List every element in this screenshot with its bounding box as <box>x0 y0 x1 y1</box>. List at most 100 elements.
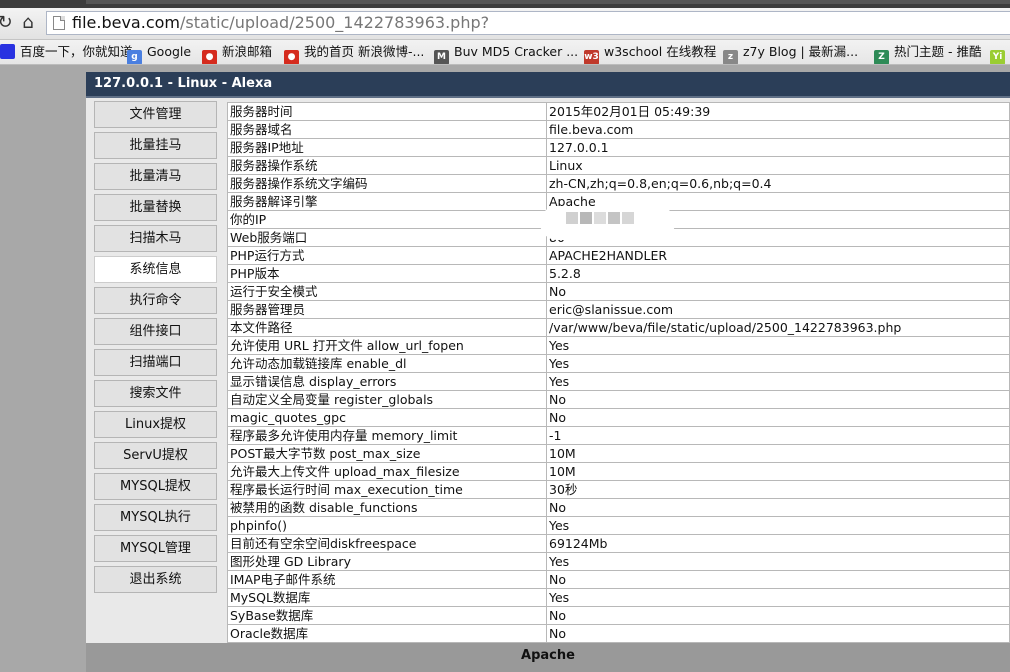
info-key: phpinfo() <box>227 516 547 535</box>
info-value: 2015年02月01日 05:49:39 <box>546 102 1010 121</box>
address-bar[interactable]: file.beva.com/static/upload/2500_1422783… <box>46 11 1010 35</box>
sidebar-button[interactable]: 执行命令 <box>94 287 217 314</box>
info-key: 程序最长运行时间 max_execution_time <box>227 480 547 499</box>
table-row: MySQL数据库 Yes <box>227 588 1010 607</box>
yii-icon: Yi <box>990 50 1005 64</box>
info-key: 程序最多允许使用内存量 memory_limit <box>227 426 547 445</box>
sidebar-button[interactable]: 扫描端口 <box>94 349 217 376</box>
table-row: phpinfo() Yes <box>227 516 1010 535</box>
table-row: PHP版本 5.2.8 <box>227 264 1010 283</box>
info-value: eric@slanissue.com <box>546 300 1010 319</box>
bookmark-label: 新浪邮箱 <box>222 44 273 59</box>
md5-icon: M <box>434 50 449 64</box>
sidebar-button[interactable]: MYSQL执行 <box>94 504 217 531</box>
reload-icon[interactable]: ↻ <box>0 12 16 34</box>
info-key: Web服务端口 <box>227 228 547 247</box>
url-path: /static/upload/2500_1422783963.php? <box>179 13 490 32</box>
bookmark-item[interactable]: 百度一下，你就知道 <box>0 40 133 64</box>
table-row: 服务器IP地址 127.0.0.1 <box>227 138 1010 157</box>
table-row: Oracle数据库 No <box>227 624 1010 643</box>
info-key: 运行于安全模式 <box>227 282 547 301</box>
info-value: file.beva.com <box>546 120 1010 139</box>
info-value: Yes <box>546 336 1010 355</box>
info-key: 你的IP <box>227 210 547 229</box>
table-row: 你的IP <box>227 210 1010 229</box>
sidebar-button[interactable]: 批量清马 <box>94 163 217 190</box>
table-row: 显示错误信息 display_errors Yes <box>227 372 1010 391</box>
info-value: Yes <box>546 516 1010 535</box>
bookmark-label: Google <box>147 44 192 59</box>
bookmark-item[interactable]: Yi <box>990 40 1010 64</box>
info-value: APACHE2HANDLER <box>546 246 1010 265</box>
table-row: POST最大字节数 post_max_size 10M <box>227 444 1010 463</box>
table-row: 允许最大上传文件 upload_max_filesize 10M <box>227 462 1010 481</box>
info-key: POST最大字节数 post_max_size <box>227 444 547 463</box>
sidebar-button[interactable]: MYSQL管理 <box>94 535 217 562</box>
sina-weibo-icon: ● <box>284 50 299 64</box>
sidebar-button[interactable]: Linux提权 <box>94 411 217 438</box>
info-value: No <box>546 498 1010 517</box>
browser-tab-strip <box>0 0 1010 8</box>
google-icon: g <box>127 50 142 64</box>
bookmark-item[interactable]: Z 热门主题 - 推酷 <box>874 40 981 64</box>
table-row: IMAP电子邮件系统 No <box>227 570 1010 589</box>
browser-toolbar: ↻ ⌂ file.beva.com/static/upload/2500_142… <box>0 8 1010 40</box>
sina-weibo-icon: ● <box>202 50 217 64</box>
sidebar-button[interactable]: MYSQL提权 <box>94 473 217 500</box>
info-value: No <box>546 606 1010 625</box>
info-value: Yes <box>546 354 1010 373</box>
sidebar-button[interactable]: 搜索文件 <box>94 380 217 407</box>
info-value: No <box>546 408 1010 427</box>
table-row: 服务器管理员 eric@slanissue.com <box>227 300 1010 319</box>
info-value: 5.2.8 <box>546 264 1010 283</box>
sidebar-button[interactable]: 扫描木马 <box>94 225 217 252</box>
bookmark-item[interactable]: ● 我的首页 新浪微博-... <box>284 40 424 64</box>
table-row: 服务器操作系统文字编码 zh-CN,zh;q=0.8,en;q=0.6,nb;q=… <box>227 174 1010 193</box>
info-value: 10M <box>546 444 1010 463</box>
sidebar-button[interactable]: 文件管理 <box>94 101 217 128</box>
info-key: 服务器解译引擎 <box>227 192 547 211</box>
bookmark-label: z7y Blog | 最新漏... <box>743 44 859 59</box>
bookmark-label: w3school 在线教程 <box>604 44 717 59</box>
sidebar-button[interactable]: 系统信息 <box>94 256 217 283</box>
page-icon <box>53 16 65 30</box>
table-row: 服务器操作系统 Linux <box>227 156 1010 175</box>
sidebar-button[interactable]: 组件接口 <box>94 318 217 345</box>
sidebar-button[interactable]: 批量替换 <box>94 194 217 221</box>
info-key: 本文件路径 <box>227 318 547 337</box>
table-row: Web服务端口 80 <box>227 228 1010 247</box>
info-key: 服务器操作系统 <box>227 156 547 175</box>
table-row: 允许动态加载链接库 enable_dl Yes <box>227 354 1010 373</box>
bookmark-item[interactable]: g Google <box>127 40 191 64</box>
server-footer: Apache <box>86 643 1010 672</box>
bookmark-item[interactable]: z z7y Blog | 最新漏... <box>723 40 858 64</box>
table-row: 服务器解译引擎 Apache <box>227 192 1010 211</box>
info-value: 69124Mb <box>546 534 1010 553</box>
table-row: 图形处理 GD Library Yes <box>227 552 1010 571</box>
z7y-icon: z <box>723 50 738 64</box>
bookmark-label: 热门主题 - 推酷 <box>894 44 982 59</box>
table-row: 程序最长运行时间 max_execution_time 30秒 <box>227 480 1010 499</box>
table-row: SyBase数据库 No <box>227 606 1010 625</box>
table-row: PHP运行方式 APACHE2HANDLER <box>227 246 1010 265</box>
info-value: Apache <box>546 192 1010 211</box>
bookmark-item[interactable]: w3 w3school 在线教程 <box>584 40 716 64</box>
info-key: 允许最大上传文件 upload_max_filesize <box>227 462 547 481</box>
home-icon[interactable]: ⌂ <box>17 12 39 34</box>
sidebar-button[interactable]: 退出系统 <box>94 566 217 593</box>
address-url[interactable]: file.beva.com/static/upload/2500_1422783… <box>72 13 489 33</box>
sidebar-button[interactable]: 批量挂马 <box>94 132 217 159</box>
info-value: Yes <box>546 552 1010 571</box>
bookmark-item[interactable]: M Buv MD5 Cracker ... <box>434 40 578 64</box>
info-key: IMAP电子邮件系统 <box>227 570 547 589</box>
info-value: zh-CN,zh;q=0.8,en;q=0.6,nb;q=0.4 <box>546 174 1010 193</box>
sidebar-button[interactable]: ServU提权 <box>94 442 217 469</box>
bookmark-item[interactable]: ● 新浪邮箱 <box>202 40 272 64</box>
info-key: magic_quotes_gpc <box>227 408 547 427</box>
w3school-icon: w3 <box>584 50 599 64</box>
info-value: /var/www/beva/file/static/upload/2500_14… <box>546 318 1010 337</box>
bookmark-label: 百度一下，你就知道 <box>20 44 133 59</box>
table-row: 服务器域名 file.beva.com <box>227 120 1010 139</box>
info-key: 服务器管理员 <box>227 300 547 319</box>
table-row: 目前还有空余空间diskfreespace 69124Mb <box>227 534 1010 553</box>
